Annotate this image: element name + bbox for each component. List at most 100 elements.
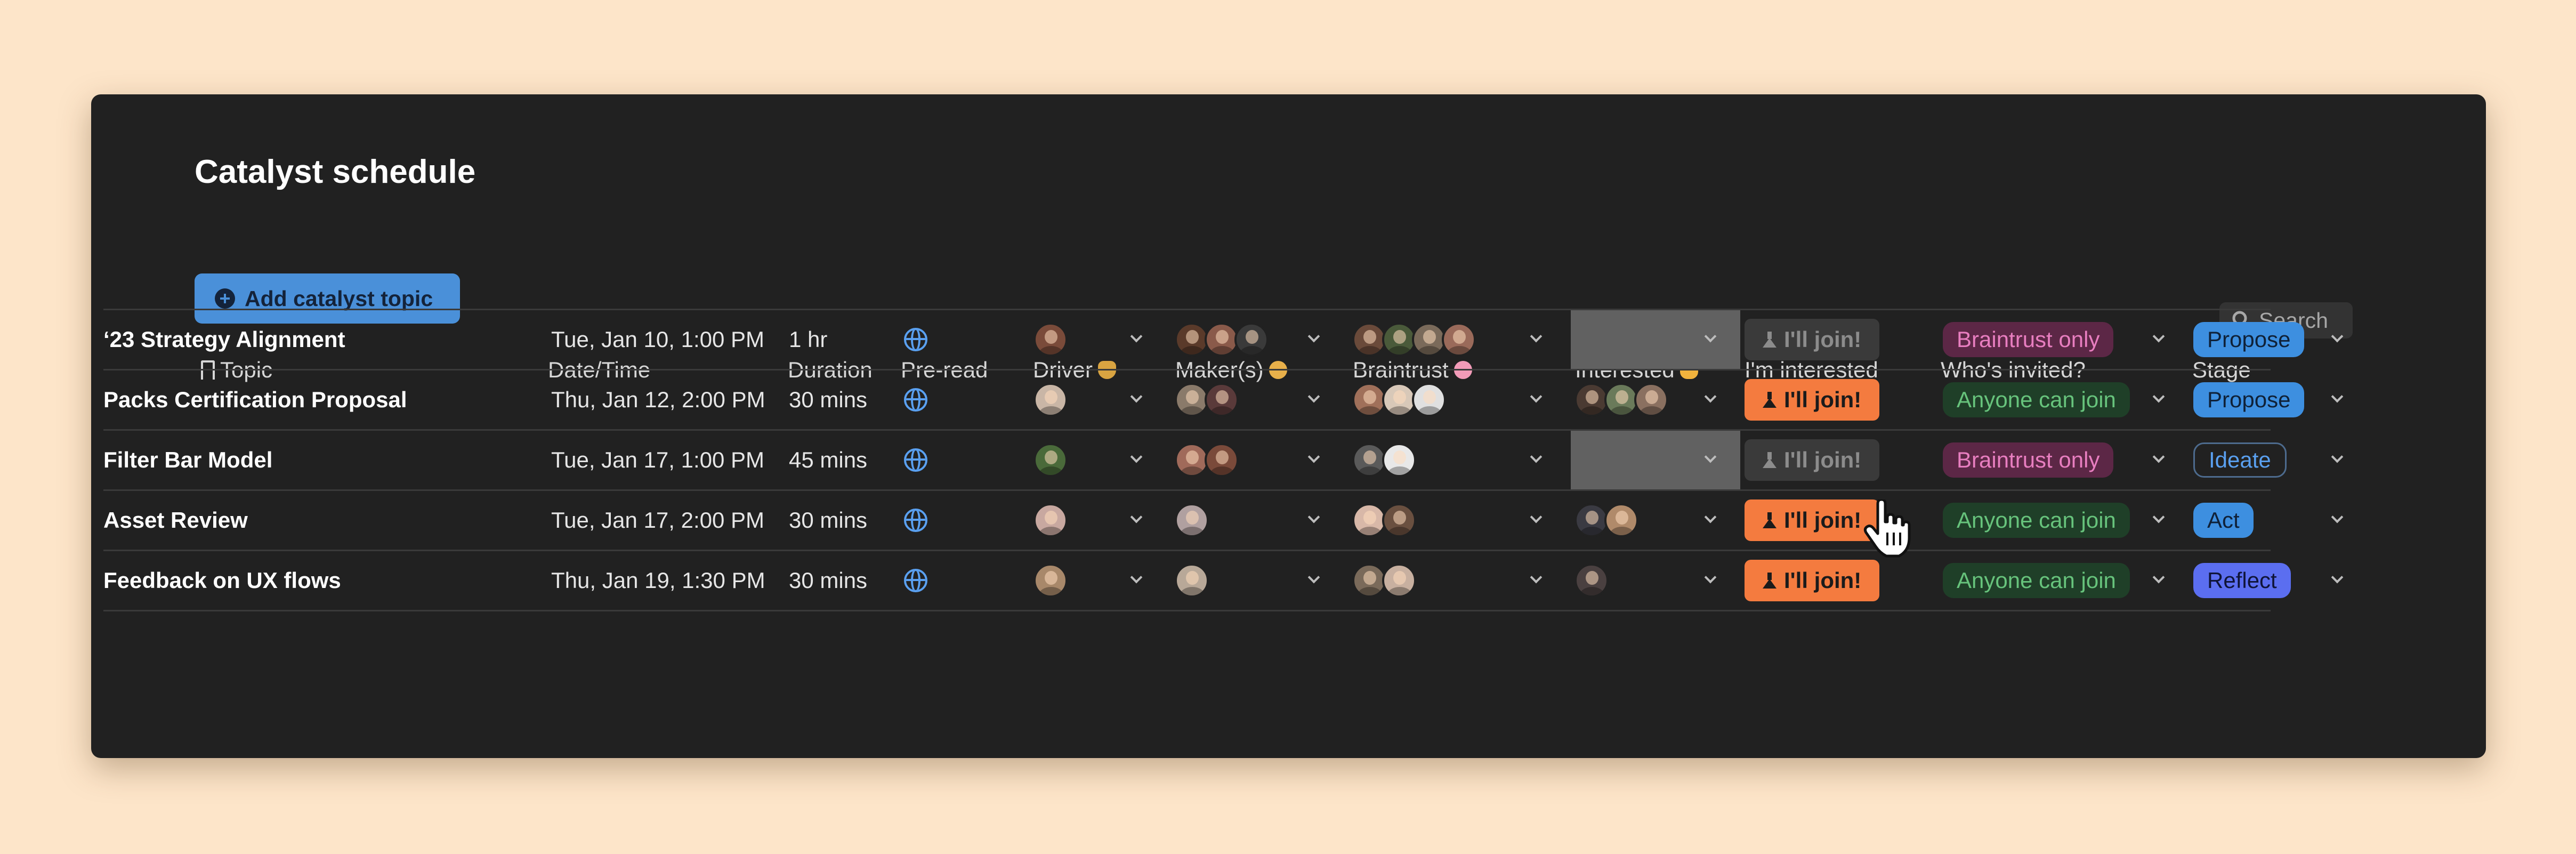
driver-avatars[interactable] — [1033, 443, 1068, 477]
chevron-down-icon[interactable] — [2151, 451, 2167, 467]
ill-join-button[interactable]: I'll join! — [1745, 319, 1880, 360]
stage-badge[interactable]: Propose — [2193, 382, 2305, 417]
globe-icon[interactable] — [904, 569, 927, 592]
duration-cell[interactable]: 45 mins — [789, 431, 867, 489]
chevron-down-icon[interactable] — [1306, 391, 1322, 407]
table-row[interactable]: Feedback on UX flows Thu, Jan 19, 1:30 P… — [103, 550, 2291, 611]
chevron-down-icon[interactable] — [1528, 331, 1544, 347]
ill-join-button[interactable]: I'll join! — [1745, 379, 1880, 421]
chevron-down-icon[interactable] — [1702, 391, 1718, 407]
topic-text: Filter Bar Model — [103, 447, 273, 472]
ill-join-button[interactable]: I'll join! — [1745, 560, 1880, 601]
avatar — [1604, 383, 1638, 417]
maker-avatars[interactable] — [1175, 323, 1269, 357]
stage-badge[interactable]: Act — [2193, 503, 2254, 538]
chevron-down-icon[interactable] — [1528, 571, 1544, 587]
avatar — [1412, 323, 1446, 357]
table-body: ‘23 Strategy Alignment Tue, Jan 10, 1:00… — [103, 309, 2305, 611]
chevron-down-icon[interactable] — [1128, 571, 1144, 587]
table-row[interactable]: Asset Review Tue, Jan 17, 2:00 PM 30 min… — [103, 489, 2271, 550]
driver-avatars[interactable] — [1033, 563, 1068, 598]
braintrust-avatars[interactable] — [1352, 323, 1476, 357]
flask-icon — [1763, 392, 1776, 408]
chevron-down-icon[interactable] — [1306, 511, 1322, 527]
topic-cell[interactable]: ‘23 Strategy Alignment — [103, 310, 345, 369]
datetime-cell[interactable]: Tue, Jan 17, 2:00 PM — [551, 491, 764, 550]
chevron-down-icon[interactable] — [2151, 331, 2167, 347]
chevron-down-icon[interactable] — [2329, 511, 2345, 527]
globe-icon[interactable] — [904, 509, 927, 532]
chevron-down-icon[interactable] — [1306, 331, 1322, 347]
chevron-down-icon[interactable] — [1128, 331, 1144, 347]
chevron-down-icon[interactable] — [1702, 571, 1718, 587]
duration-cell[interactable]: 1 hr — [789, 310, 827, 369]
invited-badge[interactable]: Anyone can join — [1943, 382, 2130, 417]
invited-badge[interactable]: Anyone can join — [1943, 503, 2130, 538]
maker-avatars[interactable] — [1175, 443, 1239, 477]
globe-icon[interactable] — [904, 328, 927, 351]
datetime-cell[interactable]: Tue, Jan 17, 1:00 PM — [551, 431, 764, 489]
chevron-down-icon[interactable] — [1702, 331, 1718, 347]
topic-cell[interactable]: Filter Bar Model — [103, 431, 272, 489]
invited-badge[interactable]: Braintrust only — [1943, 442, 2114, 478]
stage-badge[interactable]: Ideate — [2193, 442, 2287, 478]
invited-badge[interactable]: Anyone can join — [1943, 563, 2130, 598]
globe-icon[interactable] — [904, 448, 927, 472]
topic-cell[interactable]: Packs Certification Proposal — [103, 370, 407, 429]
braintrust-avatars[interactable] — [1352, 443, 1416, 477]
chevron-down-icon[interactable] — [2329, 391, 2345, 407]
duration-cell[interactable]: 30 mins — [789, 551, 867, 610]
maker-avatars[interactable] — [1175, 503, 1209, 537]
ill-join-button[interactable]: I'll join! — [1745, 439, 1880, 481]
chevron-down-icon[interactable] — [1128, 511, 1144, 527]
globe-icon[interactable] — [904, 388, 927, 412]
duration-text: 45 mins — [789, 447, 868, 472]
maker-avatars[interactable] — [1175, 383, 1239, 417]
chevron-down-icon[interactable] — [1528, 451, 1544, 467]
chevron-down-icon[interactable] — [1128, 391, 1144, 407]
interested-avatars[interactable] — [1574, 383, 1668, 417]
driver-avatars[interactable] — [1033, 383, 1068, 417]
datetime-cell[interactable]: Thu, Jan 19, 1:30 PM — [551, 551, 765, 610]
chevron-down-icon[interactable] — [2151, 571, 2167, 587]
stage-badge[interactable]: Propose — [2193, 322, 2305, 357]
stage-badge[interactable]: Reflect — [2193, 563, 2291, 598]
table-row[interactable]: Filter Bar Model Tue, Jan 17, 1:00 PM 45… — [103, 429, 2287, 489]
braintrust-avatars[interactable] — [1352, 503, 1416, 537]
topic-cell[interactable]: Feedback on UX flows — [103, 551, 341, 610]
datetime-cell[interactable]: Tue, Jan 10, 1:00 PM — [551, 310, 764, 369]
chevron-down-icon[interactable] — [2329, 451, 2345, 467]
chevron-down-icon[interactable] — [2329, 331, 2345, 347]
datetime-text: Thu, Jan 19, 1:30 PM — [551, 568, 765, 593]
interested-avatars[interactable] — [1574, 503, 1638, 537]
chevron-down-icon[interactable] — [1702, 451, 1718, 467]
table-row[interactable]: ‘23 Strategy Alignment Tue, Jan 10, 1:00… — [103, 309, 2305, 369]
braintrust-avatars[interactable] — [1352, 383, 1446, 417]
maker-avatars[interactable] — [1175, 563, 1209, 598]
duration-cell[interactable]: 30 mins — [789, 370, 867, 429]
chevron-down-icon[interactable] — [1306, 571, 1322, 587]
interested-avatars[interactable] — [1574, 563, 1609, 598]
topic-cell[interactable]: Asset Review — [103, 491, 248, 550]
topic-text: Feedback on UX flows — [103, 568, 341, 593]
chevron-down-icon[interactable] — [2329, 571, 2345, 587]
invited-badge[interactable]: Braintrust only — [1943, 322, 2114, 357]
avatar — [1574, 563, 1609, 598]
table-row[interactable]: Packs Certification Proposal Thu, Jan 12… — [103, 369, 2305, 429]
chevron-down-icon[interactable] — [1528, 391, 1544, 407]
chevron-down-icon[interactable] — [2151, 391, 2167, 407]
flask-icon — [1763, 512, 1776, 528]
chevron-down-icon[interactable] — [1528, 511, 1544, 527]
braintrust-avatars[interactable] — [1352, 563, 1416, 598]
ill-join-button[interactable]: I'll join! — [1745, 499, 1880, 541]
chevron-down-icon[interactable] — [2151, 511, 2167, 527]
datetime-text: Tue, Jan 17, 2:00 PM — [551, 507, 765, 533]
datetime-cell[interactable]: Thu, Jan 12, 2:00 PM — [551, 370, 765, 429]
driver-avatars[interactable] — [1033, 503, 1068, 537]
duration-cell[interactable]: 30 mins — [789, 491, 867, 550]
chevron-down-icon[interactable] — [1702, 511, 1718, 527]
chevron-down-icon[interactable] — [1128, 451, 1144, 467]
avatar — [1352, 503, 1386, 537]
chevron-down-icon[interactable] — [1306, 451, 1322, 467]
driver-avatars[interactable] — [1033, 323, 1068, 357]
